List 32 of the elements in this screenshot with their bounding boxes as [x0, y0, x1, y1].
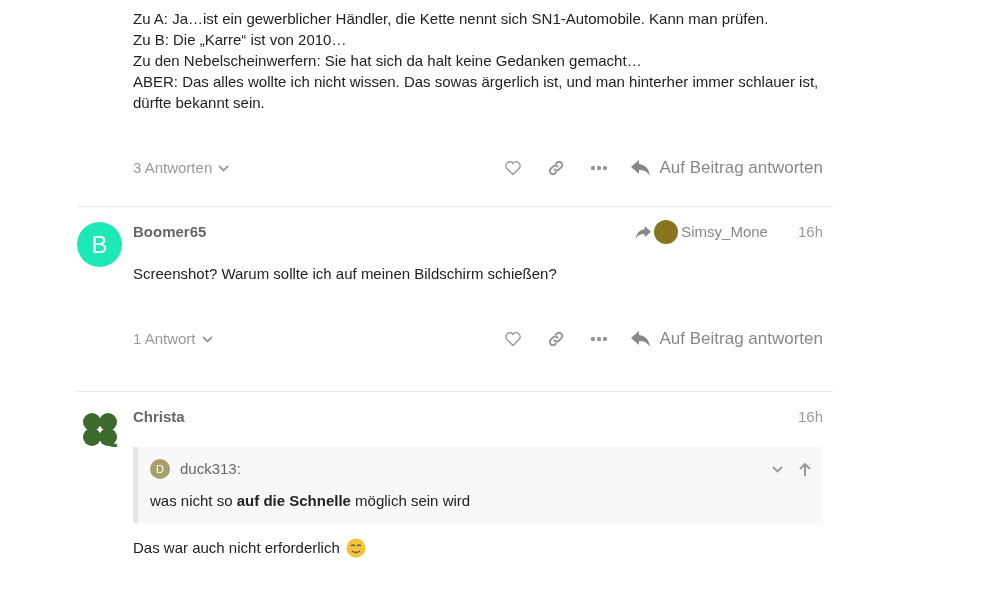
chevron-down-icon	[201, 335, 213, 343]
link-icon[interactable]	[546, 330, 565, 348]
user-avatar: D	[150, 459, 170, 479]
replies-toggle[interactable]: 1 Antwort	[133, 327, 213, 351]
username[interactable]: Boomer65	[133, 220, 207, 244]
like-icon[interactable]	[503, 331, 522, 347]
post-text: Das war auch nicht erforderlich	[133, 538, 340, 558]
post-text: ABER: Das alles wollte ich nicht wissen. Das sowas ärgerlich ist, und man hinterher immer schlauer ist, dürfte bekannt sein.	[133, 72, 820, 113]
forward-arrow-icon	[635, 225, 652, 239]
post-text: Zu B: Die „Karre“ ist von 2010…	[133, 30, 348, 50]
chevron-down-icon	[218, 164, 230, 172]
reply-icon	[630, 160, 651, 176]
reply-button[interactable]: Auf Beitrag antworten	[630, 321, 823, 357]
quote-text: was nicht so auf die Schnelle möglich sein wird	[150, 491, 472, 511]
username[interactable]: Christa	[133, 405, 185, 429]
link-icon[interactable]	[546, 159, 565, 177]
jump-to-post-button[interactable]	[799, 462, 811, 476]
user-avatar	[654, 220, 679, 244]
like-icon[interactable]	[503, 160, 522, 176]
reply-icon	[630, 331, 651, 347]
post-text: Zu A: Ja…ist ein gewerblicher Händler, die Kette nennt sich SN1-Automobile. Kann man prüfen.	[133, 9, 770, 29]
post-text: Screenshot? Warum sollte ich auf meinen Bildschirm schießen?	[133, 264, 558, 284]
quote-author: duck313:	[180, 458, 241, 479]
expand-quote-button[interactable]	[772, 465, 783, 473]
post-time[interactable]: 16h	[797, 405, 823, 429]
reply-to-link[interactable]: Simsy_Mone	[635, 220, 768, 244]
more-icon[interactable]	[589, 336, 608, 342]
reply-button[interactable]: Auf Beitrag antworten	[630, 150, 823, 186]
more-icon[interactable]	[589, 165, 608, 171]
replies-toggle[interactable]: 3 Antworten	[133, 156, 230, 180]
post-time[interactable]: 16h	[797, 220, 823, 244]
post-text: Zu den Nebelscheinwerfern: Sie hat sich da halt keine Gedanken gemacht…	[133, 51, 643, 71]
